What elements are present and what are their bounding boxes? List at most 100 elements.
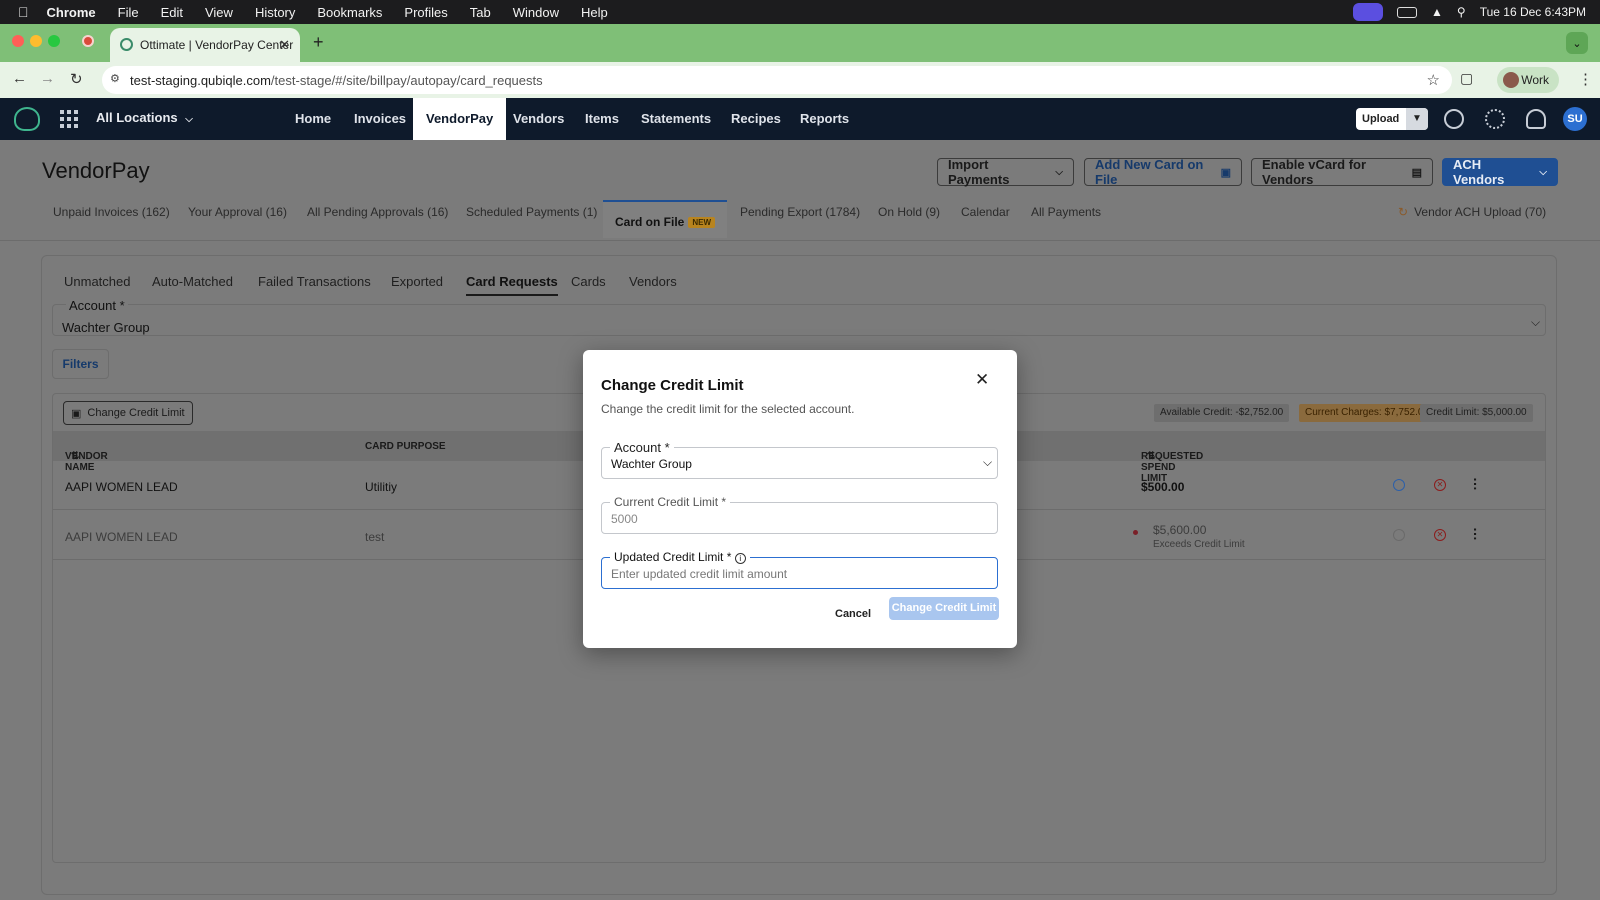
mac-menubar:  Chrome File Edit View History Bookmark… [0, 0, 1600, 24]
screen-share-icon[interactable] [1353, 3, 1384, 21]
nav-recipes[interactable]: Recipes [718, 98, 794, 140]
menu-bookmarks[interactable]: Bookmarks [317, 5, 382, 20]
tab-pending-export[interactable]: Pending Export (1784) [740, 205, 860, 219]
reload-icon[interactable]: ↻ [70, 70, 83, 88]
address-bar[interactable]: ⚙ test-staging.qubiqle.com/test-stage/#/… [102, 66, 1452, 94]
nav-statements[interactable]: Statements [628, 98, 724, 140]
profile-button[interactable]: Work [1497, 67, 1559, 93]
nav-home[interactable]: Home [282, 98, 344, 140]
dialog-subtitle: Change the credit limit for the selected… [601, 402, 855, 416]
menu-profiles[interactable]: Profiles [404, 5, 447, 20]
tab-card-on-file[interactable]: Card on File NEW [603, 200, 728, 238]
tab-card-on-file-label: Card on File [615, 215, 685, 229]
error-dot-icon [1133, 530, 1138, 535]
apps-grid-icon[interactable] [60, 110, 78, 128]
close-icon[interactable]: ✕ [975, 370, 989, 390]
more-actions-icon[interactable]: … [1471, 477, 1487, 491]
menu-help[interactable]: Help [581, 5, 608, 20]
approve-check-icon[interactable] [1393, 529, 1405, 541]
vendor-ach-upload-link[interactable]: ↻ Vendor ACH Upload (70) [1398, 205, 1546, 219]
forward-icon[interactable]: → [40, 70, 55, 87]
nav-reports[interactable]: Reports [787, 98, 862, 140]
info-icon[interactable]: i [734, 553, 746, 564]
subtab-cards[interactable]: Cards [571, 274, 606, 289]
subtab-failed-transactions[interactable]: Failed Transactions [258, 274, 371, 289]
site-info-icon[interactable]: ⚙ [110, 72, 120, 85]
battery-icon[interactable] [1397, 6, 1418, 18]
refresh-icon: ↻ [1398, 205, 1409, 219]
account-value: Wachter Group [62, 320, 150, 335]
notifications-bell-icon[interactable] [1526, 109, 1546, 129]
clock-text[interactable]: Tue 16 Dec 6:43PM [1480, 5, 1586, 19]
menu-tab[interactable]: Tab [470, 5, 491, 20]
browser-menu-icon[interactable]: ⋮ [1578, 70, 1593, 88]
menu-view[interactable]: View [205, 5, 233, 20]
recording-icon[interactable] [82, 35, 94, 47]
add-new-card-button[interactable]: Add New Card on File ▣ [1084, 157, 1242, 187]
nav-items[interactable]: Items [572, 98, 632, 140]
tab-scheduled-payments[interactable]: Scheduled Payments (1) [466, 205, 597, 219]
tab-on-hold[interactable]: On Hold (9) [878, 205, 940, 219]
menu-history[interactable]: History [255, 5, 295, 20]
filters-button[interactable]: Filters [52, 349, 109, 379]
nav-vendorpay[interactable]: VendorPay [413, 98, 507, 140]
approve-check-icon[interactable] [1393, 479, 1405, 491]
subtab-vendors[interactable]: Vendors [629, 274, 677, 289]
reject-x-icon[interactable]: ✕ [1434, 479, 1446, 491]
close-tab-icon[interactable]: ✕ [279, 37, 290, 53]
subtab-card-requests[interactable]: Card Requests [466, 274, 558, 296]
menu-app-name[interactable]: Chrome [47, 5, 96, 20]
change-credit-limit-submit-button[interactable]: Change Credit Limit [889, 597, 999, 620]
chevron-down-icon: ⌵ [1539, 166, 1547, 178]
subtab-unmatched[interactable]: Unmatched [64, 274, 130, 289]
tab-your-approval[interactable]: Your Approval (16) [188, 205, 287, 219]
ottimate-logo-icon[interactable] [14, 107, 40, 131]
profile-avatar-icon [1503, 72, 1519, 88]
help-icon[interactable] [1444, 109, 1464, 129]
tab-unpaid-invoices[interactable]: Unpaid Invoices (162) [53, 205, 170, 219]
new-tab-icon[interactable]: + [313, 32, 324, 53]
search-icon[interactable]: ⚲ [1457, 5, 1466, 19]
enable-vcard-button[interactable]: Enable vCard for Vendors ▤ [1251, 157, 1433, 187]
nav-invoices[interactable]: Invoices [341, 98, 419, 140]
settings-gear-icon[interactable] [1485, 109, 1505, 129]
more-actions-icon[interactable]: … [1471, 527, 1487, 541]
wifi-icon[interactable]: ▲ [1431, 5, 1443, 19]
chevron-down-icon[interactable]: ⌵ [983, 455, 992, 470]
upload-dropdown-icon[interactable]: ▼ [1406, 108, 1428, 130]
tab-calendar[interactable]: Calendar [961, 205, 1010, 219]
menu-edit[interactable]: Edit [161, 5, 183, 20]
browser-tab[interactable]: Ottimate | VendorPay Center ✕ [110, 28, 300, 62]
tab-all-payments[interactable]: All Payments [1031, 205, 1101, 219]
chevron-down-icon[interactable]: ⌵ [1531, 315, 1540, 330]
extensions-icon[interactable]: ▢ [1460, 70, 1473, 87]
change-credit-limit-button[interactable]: ▣ Change Credit Limit [63, 401, 193, 425]
subtab-exported[interactable]: Exported [391, 274, 443, 289]
bookmark-star-icon[interactable]: ☆ [1427, 71, 1440, 89]
account-select[interactable] [52, 304, 1546, 336]
current-credit-limit-label: Current Credit Limit * [610, 495, 731, 509]
apple-icon[interactable]:  [18, 4, 29, 20]
menu-window[interactable]: Window [513, 5, 559, 20]
location-selector[interactable]: All Locations ⌵ [96, 110, 193, 125]
maximize-window-icon[interactable] [48, 35, 60, 47]
change-credit-limit-label: Change Credit Limit [87, 407, 185, 419]
import-payments-button[interactable]: Import Payments ⌵ [937, 157, 1074, 187]
upload-button[interactable]: Upload ▼ [1356, 108, 1428, 130]
updated-credit-limit-text: Updated Credit Limit * [614, 550, 732, 564]
chevron-down-icon: ⌵ [185, 114, 193, 125]
ach-vendors-button[interactable]: ACH Vendors ⌵ [1442, 157, 1558, 187]
reject-x-icon[interactable]: ✕ [1434, 529, 1446, 541]
updated-credit-limit-placeholder: Enter updated credit limit amount [611, 567, 788, 581]
menu-file[interactable]: File [118, 5, 139, 20]
cancel-button[interactable]: Cancel [835, 608, 871, 620]
back-icon[interactable]: ← [12, 70, 27, 87]
current-credit-limit-value: 5000 [611, 512, 638, 526]
tab-search-chevron-icon[interactable]: ⌄ [1566, 32, 1588, 54]
minimize-window-icon[interactable] [30, 35, 42, 47]
user-avatar[interactable]: SU [1563, 107, 1587, 131]
nav-vendors[interactable]: Vendors [500, 98, 577, 140]
tab-all-pending-approvals[interactable]: All Pending Approvals (16) [307, 205, 448, 219]
close-window-icon[interactable] [12, 35, 24, 47]
subtab-auto-matched[interactable]: Auto-Matched [152, 274, 233, 289]
